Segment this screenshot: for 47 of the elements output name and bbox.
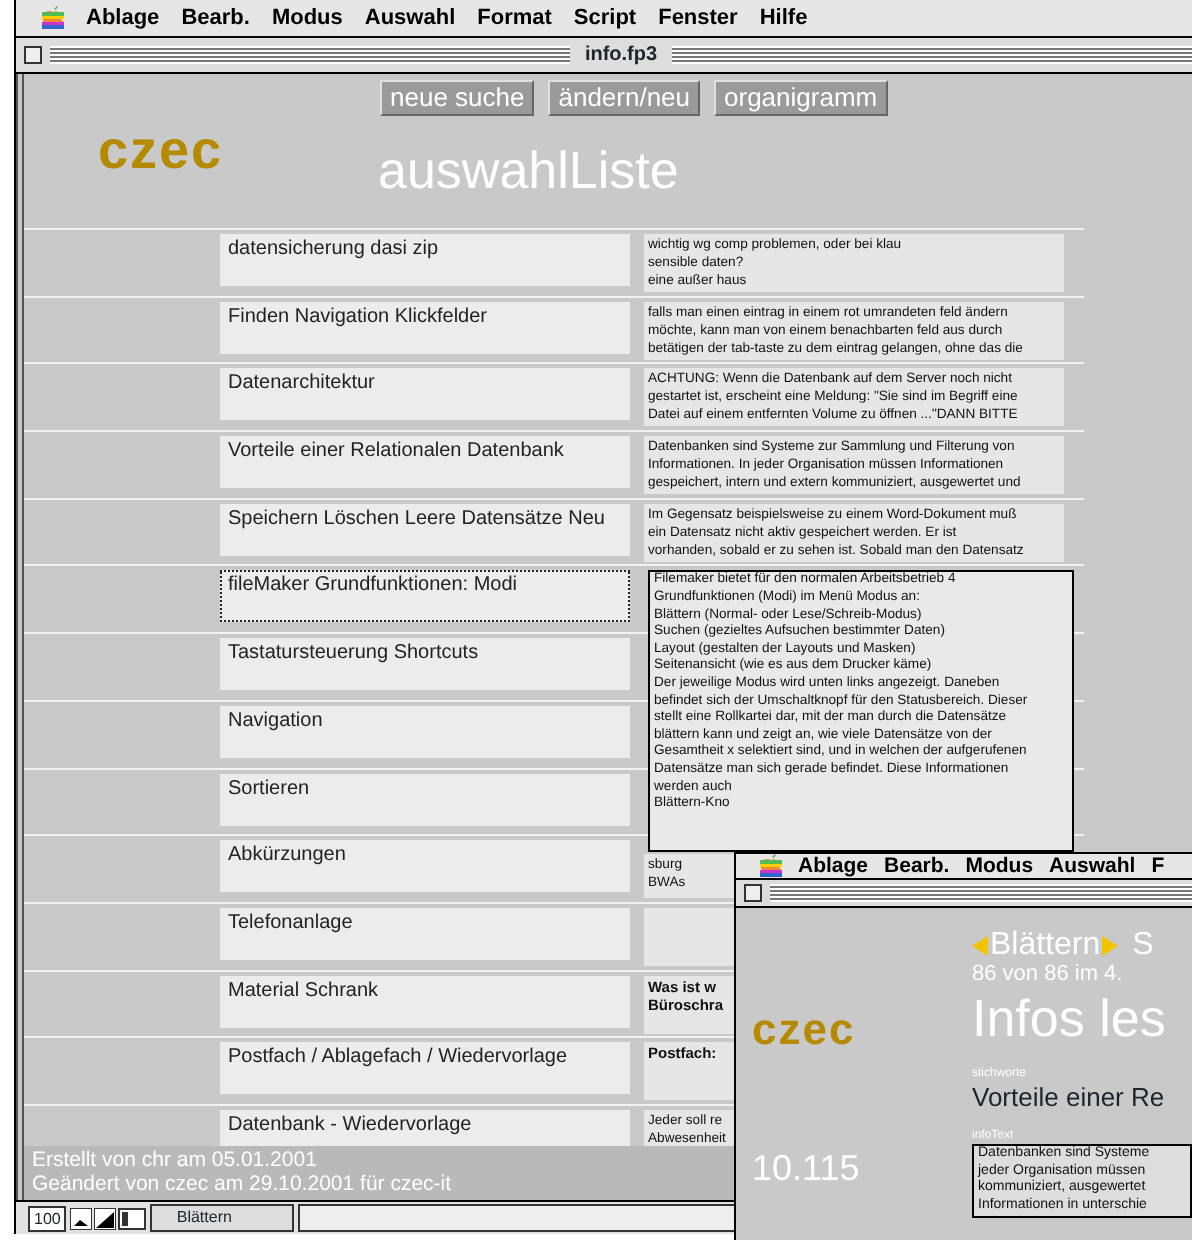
menu-item[interactable]: Bearb.: [884, 853, 950, 879]
menu-item[interactable]: Modus: [271, 5, 343, 31]
keyword-field[interactable]: Sortieren: [220, 773, 630, 825]
keyword-field[interactable]: Material Schrank: [220, 975, 630, 1028]
logo: czec: [752, 1008, 856, 1052]
drag-stripes[interactable]: [50, 46, 571, 64]
window-title: info.fp3: [582, 43, 660, 67]
menu-item[interactable]: Script: [573, 5, 637, 31]
keyword-field[interactable]: Datenarchitektur: [220, 368, 630, 421]
menu-item[interactable]: Hilfe: [759, 5, 808, 31]
info-text-field[interactable]: [644, 907, 734, 966]
keyword-field[interactable]: Abkürzungen: [220, 840, 630, 893]
mode-selector[interactable]: Blättern: [150, 1204, 295, 1232]
zoom-out-icon[interactable]: [70, 1207, 93, 1229]
keyword-field[interactable]: Datenbank - Wiedervorlage: [220, 1109, 630, 1146]
apple-logo-icon[interactable]: [760, 854, 782, 878]
menu-item[interactable]: Auswahl: [364, 5, 456, 31]
close-button[interactable]: [24, 46, 42, 64]
menu-item[interactable]: Format: [477, 5, 552, 31]
keyword-field[interactable]: Telefonanlage: [220, 907, 630, 960]
created-info: Erstellt von chr am 05.01.2001: [32, 1150, 317, 1173]
keyword-value: Vorteile einer Re: [972, 1082, 1165, 1112]
close-button[interactable]: [744, 884, 762, 902]
menu-item[interactable]: Ablage: [798, 853, 869, 879]
drag-stripes[interactable]: [770, 884, 1192, 902]
keyword-field[interactable]: Vorteile einer Relationalen Datenbank: [220, 436, 630, 489]
menu-item[interactable]: Auswahl: [1049, 853, 1136, 879]
menu-item[interactable]: Modus: [965, 853, 1034, 879]
menu-item[interactable]: F: [1151, 853, 1165, 879]
keyword-field[interactable]: Finden Navigation Klickfelder: [220, 301, 630, 354]
keyword-field[interactable]: datensicherung dasi zip: [220, 234, 630, 286]
menu-item[interactable]: Bearb.: [181, 5, 250, 31]
apple-logo-icon[interactable]: [42, 6, 64, 30]
keyword-field[interactable]: Speichern Löschen Leere Datensätze Neu: [220, 503, 630, 556]
keyword-field[interactable]: Navigation: [220, 705, 630, 758]
title-bar[interactable]: [736, 880, 1192, 908]
zoom-in-icon[interactable]: [94, 1207, 117, 1229]
logo: czec: [98, 124, 226, 184]
keyword-field[interactable]: fileMaker Grundfunktionen: Modi: [220, 570, 630, 623]
modified-info: Geändert von czec am 29.10.2001 für czec-it: [32, 1173, 452, 1196]
drag-stripes[interactable]: [671, 46, 1192, 64]
keyword-field[interactable]: Postfach / Ablagefach / Wiedervorlage: [220, 1042, 630, 1095]
menu-item[interactable]: Fenster: [658, 5, 738, 31]
title-bar[interactable]: info.fp3: [16, 38, 1192, 74]
keyword-field[interactable]: Tastatursteuerung Shortcuts: [220, 638, 630, 691]
status-area-toggle-icon[interactable]: [118, 1207, 147, 1229]
menu-item[interactable]: Ablage: [86, 5, 160, 31]
